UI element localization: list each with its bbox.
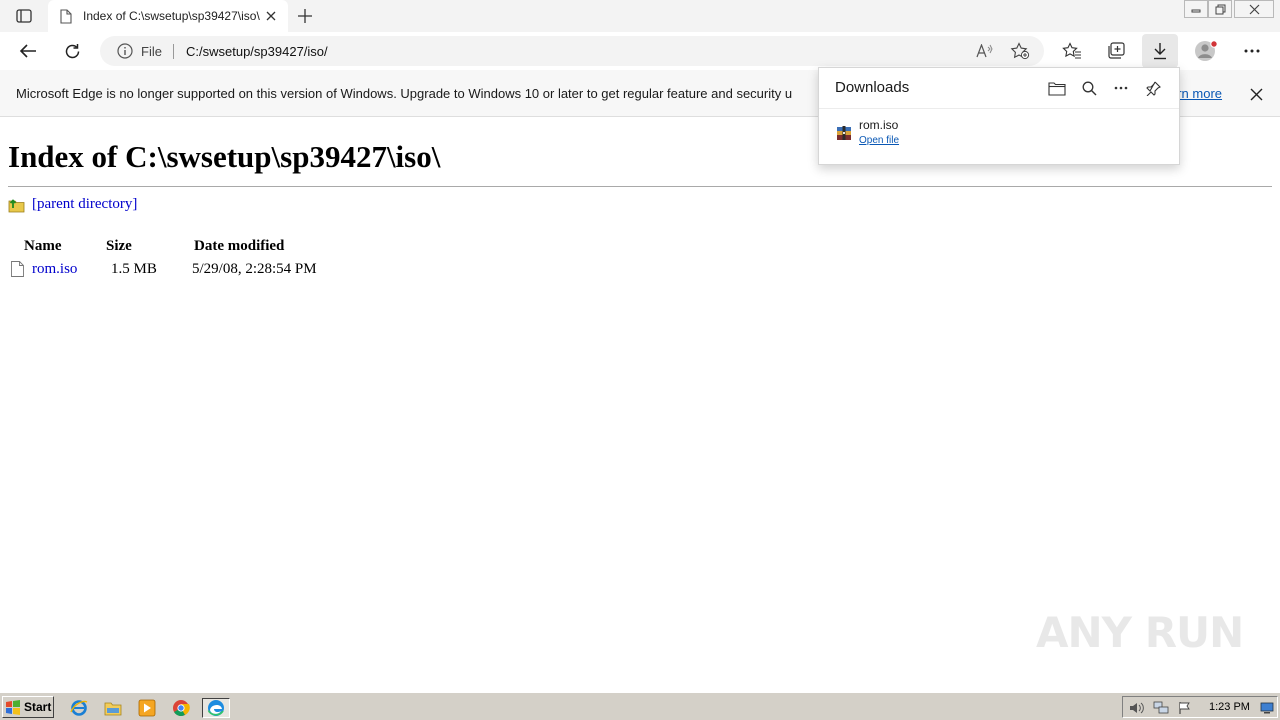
minimize-icon — [1191, 9, 1201, 13]
file-size: 1.5 MB — [111, 261, 157, 277]
tab-actions-button[interactable] — [10, 5, 38, 27]
pin-downloads-button[interactable] — [1140, 77, 1166, 99]
refresh-button[interactable] — [56, 36, 88, 66]
collections-button[interactable] — [1100, 36, 1132, 66]
settings-more-button[interactable] — [1236, 36, 1268, 66]
start-label: Start — [24, 700, 52, 714]
minimize-button[interactable] — [1184, 0, 1208, 18]
window-close-button[interactable] — [1234, 0, 1274, 18]
page-icon — [58, 8, 74, 24]
new-tab-button[interactable] — [292, 5, 318, 27]
profile-button[interactable] — [1190, 36, 1222, 66]
start-button[interactable]: Start — [2, 696, 54, 718]
watermark: ANY RUN — [1036, 608, 1244, 657]
show-desktop-icon[interactable] — [1259, 700, 1275, 716]
info-icon[interactable] — [116, 43, 134, 59]
column-header-size[interactable]: Size — [106, 238, 132, 255]
close-icon — [1249, 4, 1259, 14]
volume-icon[interactable] — [1129, 700, 1145, 716]
column-header-name[interactable]: Name — [24, 238, 62, 255]
tab-strip: Index of C:\swsetup\sp39427\iso\ — [0, 0, 1280, 32]
download-item[interactable]: rom.iso Open file — [819, 114, 1179, 156]
folder-icon — [1048, 81, 1066, 96]
scheme-label: File — [141, 44, 162, 59]
page-title: Index of C:\swsetup\sp39427\iso\ — [8, 139, 441, 174]
heading-divider — [8, 186, 1272, 187]
taskbar: Start 1:23 PM — [0, 692, 1280, 720]
page-content: Index of C:\swsetup\sp39427\iso\ [parent… — [0, 118, 1280, 692]
parent-directory-link[interactable]: [parent directory] — [32, 196, 137, 213]
tab-active[interactable]: Index of C:\swsetup\sp39427\iso\ — [48, 0, 288, 32]
infobar-message: Microsoft Edge is no longer supported on… — [16, 86, 793, 101]
open-file-link[interactable]: Open file — [859, 135, 899, 146]
action-center-flag-icon[interactable] — [1177, 700, 1193, 716]
tab-title: Index of C:\swsetup\sp39427\iso\ — [83, 9, 260, 23]
back-arrow-icon — [19, 44, 36, 58]
parent-directory-row[interactable]: [parent directory] — [8, 196, 137, 213]
close-icon — [1250, 88, 1262, 100]
file-link[interactable]: rom.iso — [32, 261, 77, 278]
windows-flag-icon — [6, 700, 20, 715]
address-separator — [173, 44, 174, 59]
back-button[interactable] — [12, 36, 44, 66]
downloads-button[interactable] — [1142, 34, 1178, 68]
quicklaunch-media-player[interactable] — [136, 698, 158, 718]
quicklaunch-explorer[interactable] — [102, 698, 124, 718]
internet-explorer-icon — [70, 700, 88, 716]
browser-toolbar: File C:/swsetup/sp39427/iso/ — [0, 32, 1280, 70]
edge-icon — [207, 700, 224, 716]
folder-up-icon — [8, 199, 25, 213]
refresh-icon — [65, 43, 79, 58]
downloads-more-button[interactable] — [1108, 77, 1134, 99]
tab-actions-icon — [16, 9, 32, 23]
downloads-divider — [819, 108, 1179, 109]
file-icon — [11, 261, 24, 277]
add-favorite-icon[interactable] — [1008, 42, 1032, 60]
collections-icon — [1107, 42, 1125, 59]
more-icon — [1244, 49, 1260, 53]
restore-icon — [1215, 4, 1225, 14]
downloads-panel: Downloads rom.iso Open file — [818, 67, 1180, 165]
read-aloud-icon[interactable] — [974, 42, 996, 60]
system-tray: 1:23 PM — [1122, 696, 1278, 718]
more-icon — [1114, 86, 1128, 90]
favorites-star-icon — [1062, 42, 1081, 59]
media-player-icon — [138, 699, 156, 717]
avatar-icon — [1195, 40, 1218, 61]
quicklaunch-chrome[interactable] — [170, 698, 192, 718]
file-date-modified: 5/29/08, 2:28:54 PM — [192, 261, 317, 277]
favorites-button[interactable] — [1056, 36, 1088, 66]
download-file-name: rom.iso — [859, 118, 899, 132]
column-header-date[interactable]: Date modified — [194, 238, 284, 255]
table-row: rom.iso 1.5 MB 5/29/08, 2:28:54 PM — [8, 260, 348, 280]
watermark-text: ANY RUN — [1036, 608, 1244, 657]
pin-icon — [1145, 81, 1161, 96]
close-icon — [266, 11, 276, 21]
download-icon — [1154, 43, 1166, 60]
archive-file-icon — [837, 126, 851, 140]
plus-icon — [298, 9, 312, 23]
taskbar-edge-button[interactable] — [202, 698, 230, 718]
url-text[interactable]: C:/swsetup/sp39427/iso/ — [186, 44, 328, 59]
open-downloads-folder-button[interactable] — [1044, 77, 1070, 99]
address-bar[interactable]: File C:/swsetup/sp39427/iso/ — [100, 36, 1044, 66]
quicklaunch-ie[interactable] — [68, 698, 90, 718]
search-downloads-button[interactable] — [1076, 77, 1102, 99]
infobar-close-button[interactable] — [1246, 84, 1266, 104]
network-icon[interactable] — [1153, 700, 1169, 716]
search-icon — [1082, 81, 1096, 95]
tab-close-button[interactable] — [262, 7, 280, 25]
clock[interactable]: 1:23 PM — [1209, 701, 1250, 713]
restore-button[interactable] — [1208, 0, 1232, 18]
chrome-icon — [173, 700, 190, 716]
downloads-title: Downloads — [835, 79, 910, 96]
folder-icon — [104, 702, 122, 716]
